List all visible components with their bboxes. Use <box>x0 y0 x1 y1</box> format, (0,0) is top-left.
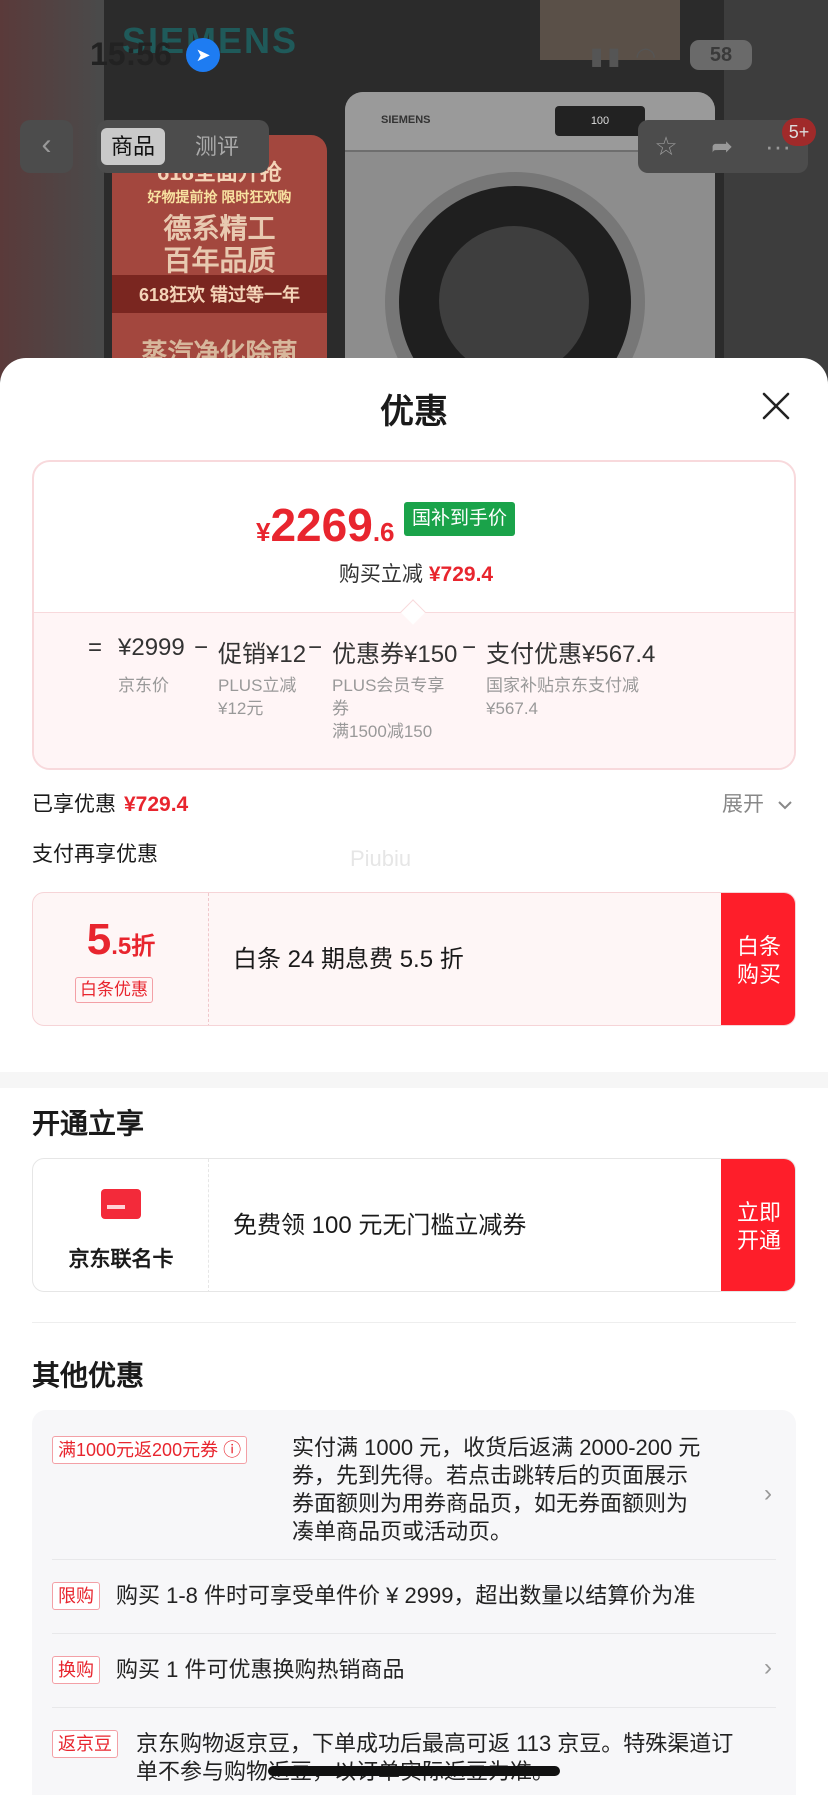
sheet-title: 优惠 <box>380 393 448 431</box>
offer-tag: 限购 <box>52 1582 100 1610</box>
battery-icon: 58 <box>690 40 752 70</box>
price-breakdown-card: ¥2269.6 国补到手价 购买立减 ¥729.4 = ¥2999 京东价 − 促… <box>32 460 796 770</box>
other-offers-list: 满1000元返200元券 ⓘ 实付满 1000 元，收货后返满 2000-200… <box>32 1410 796 1795</box>
washer-display: 100 <box>555 106 645 136</box>
promo-line: 618狂欢 错过等一年 <box>112 275 327 313</box>
cobrand-card-offer[interactable]: 京东联名卡 免费领 100 元无门槛立减券 立即 开通 <box>32 1158 796 1292</box>
baitiao-tag: 白条优惠 <box>75 977 153 1003</box>
offer-text: 实付满 1000 元，收货后返满 2000-200 元 券，先到先得。若点击跳转… <box>292 1435 701 1544</box>
formula-op: = <box>88 634 103 661</box>
list-item: 限购 购买 1-8 件时可享受单件价 ¥ 2999，超出数量以结算价为准 <box>52 1560 776 1634</box>
enjoyed-amount: ¥729.4 <box>124 793 189 816</box>
offer-tag: 换购 <box>52 1656 100 1684</box>
price-type-tag: 国补到手价 <box>404 502 516 536</box>
cobrand-badge: 京东联名卡 <box>33 1159 209 1291</box>
washer-door <box>385 172 645 380</box>
tab-review[interactable]: 测评 <box>185 128 249 165</box>
cobrand-text: 免费领 100 元无门槛立减券 <box>233 1212 527 1239</box>
chevron-right-icon: › <box>764 1654 772 1681</box>
washer-brand: SIEMENS <box>381 114 431 126</box>
discount-rate: 5.5折 <box>33 915 209 965</box>
price-integer: 2269 <box>270 499 373 551</box>
formula-value: ¥2999 <box>118 634 185 661</box>
other-section-title: 其他优惠 <box>32 1360 145 1391</box>
divider <box>32 1322 796 1323</box>
washer-glass <box>439 226 589 376</box>
expand-toggle[interactable]: 展开 <box>722 788 794 818</box>
watermark: Piubiu <box>350 846 412 871</box>
discount-sheet: 优惠 ¥2269.6 国补到手价 购买立减 ¥729.4 = ¥2999 京东价 … <box>0 358 828 1795</box>
status-time: 15:56 <box>90 36 172 72</box>
pay-more-label: 支付再享优惠 <box>32 843 158 866</box>
price-currency: ¥ <box>256 517 271 547</box>
promo-line: 好物提前抢 限时狂欢购 <box>147 189 292 205</box>
discount-small: .5折 <box>111 933 156 960</box>
credit-card-icon <box>101 1189 141 1219</box>
open-section-title: 开通立享 <box>32 1108 145 1139</box>
list-item[interactable]: 换购 购买 1 件可优惠换购热销商品 › <box>52 1634 776 1708</box>
back-button[interactable]: ‹ <box>20 120 73 173</box>
list-item: 返京豆 京东购物返京豆，下单成功后最高可返 113 京豆。特殊渠道订 单不参与购… <box>52 1708 776 1795</box>
list-item[interactable]: 满1000元返200元券 ⓘ 实付满 1000 元，收货后返满 2000-200… <box>52 1430 776 1560</box>
formula-value: 促销¥12 <box>218 641 307 668</box>
star-icon[interactable]: ☆ <box>646 128 686 165</box>
offer-text: 购买 1 件可优惠换购热销商品 <box>116 1657 405 1682</box>
baitiao-buy-button[interactable]: 白条 购买 <box>721 893 795 1025</box>
promo-line: 德系精工 百年品质 <box>163 213 276 276</box>
expand-label: 展开 <box>722 793 764 816</box>
formula-op: − <box>194 634 209 661</box>
share-icon[interactable]: ➦ <box>702 128 742 165</box>
baitiao-offer[interactable]: 5.5折 白条优惠 白条 24 期息费 5.5 折 白条 购买 <box>32 892 796 1026</box>
tab-product[interactable]: 商品 <box>101 128 166 165</box>
offer-tag: 返京豆 <box>52 1730 118 1758</box>
formula-op: − <box>462 634 477 661</box>
final-price: ¥2269.6 <box>256 498 395 552</box>
enjoyed-label: 已享优惠 <box>32 793 116 816</box>
formula-desc: 京东价 <box>118 676 169 695</box>
reduce-amount: ¥729.4 <box>428 563 494 586</box>
formula-desc: 国家补贴京东支付减 ¥567.4 <box>486 676 639 718</box>
formula-value: 优惠券¥150 <box>332 641 458 668</box>
baitiao-text: 白条 24 期息费 5.5 折 <box>233 946 464 973</box>
formula-value: 支付优惠¥567.4 <box>486 641 656 668</box>
offer-text: 购买 1-8 件时可享受单件价 ¥ 2999，超出数量以结算价为准 <box>116 1583 696 1608</box>
offer-text: 京东购物返京豆，下单成功后最高可返 113 京豆。特殊渠道订 单不参与购物返豆，… <box>136 1731 734 1784</box>
reduce-label: 购买立减 <box>338 563 423 586</box>
product-tabs: 商品 测评 <box>97 120 269 173</box>
price-decimal: .6 <box>372 517 395 547</box>
chevron-down-icon <box>778 801 792 810</box>
cobrand-label: 京东联名卡 <box>68 1248 174 1271</box>
signal-wifi-icons: ▮▮ ◠ <box>590 43 661 70</box>
location-arrow-icon: ➤ <box>186 38 220 72</box>
formula-desc: PLUS立减 ¥12元 <box>218 676 297 718</box>
offer-tag: 满1000元返200元券 ⓘ <box>52 1436 248 1464</box>
reduce-line: 购买立减 ¥729.4 <box>34 558 794 588</box>
baitiao-badge: 5.5折 白条优惠 <box>33 893 209 1025</box>
discount-big: 5 <box>86 915 112 964</box>
chevron-right-icon: › <box>764 1480 772 1507</box>
enjoyed-discount: 已享优惠 ¥729.4 <box>32 788 188 818</box>
formula-desc: PLUS会员专享 券 满1500减150 <box>332 676 445 741</box>
open-now-button[interactable]: 立即 开通 <box>721 1159 795 1291</box>
home-indicator <box>268 1766 560 1776</box>
close-icon[interactable] <box>756 386 796 426</box>
product-page-background: SIEMENS 618全面开抢 好物提前抢 限时狂欢购 德系精工 百年品质 61… <box>0 0 828 380</box>
formula-op: − <box>308 634 323 661</box>
section-gap <box>0 1072 828 1088</box>
message-count-badge: 5+ <box>782 118 816 146</box>
